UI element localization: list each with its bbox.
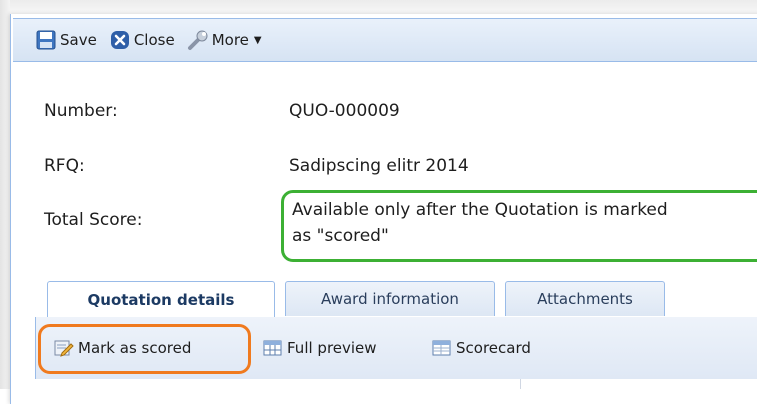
- screenshot-top-edge: [0, 0, 757, 14]
- tab-label: Quotation details: [87, 291, 235, 309]
- tab-strip: Quotation details Award information Atta…: [35, 275, 757, 318]
- number-label: Number:: [44, 101, 118, 121]
- close-label: Close: [133, 31, 175, 49]
- close-button[interactable]: Close: [109, 29, 175, 51]
- total-score-label: Total Score:: [44, 210, 143, 230]
- chevron-down-icon: ▼: [253, 34, 262, 46]
- close-icon: [109, 29, 131, 51]
- scorecard-label: Scorecard: [456, 339, 531, 357]
- tab-award-information[interactable]: Award information: [285, 281, 495, 316]
- scorecard-icon: [432, 339, 452, 357]
- details-grid-area: [35, 379, 757, 389]
- save-label: Save: [60, 31, 97, 49]
- number-value: QUO-000009: [289, 101, 400, 121]
- tab-label: Attachments: [537, 290, 633, 308]
- score-text-line1: Available only after the Quotation is ma…: [292, 200, 668, 220]
- more-menu-button[interactable]: More ▼: [187, 29, 262, 51]
- total-score-value: Available only after the Quotation is ma…: [292, 197, 757, 249]
- score-text-line2: as "scored": [292, 226, 389, 246]
- tab-label: Award information: [321, 290, 459, 308]
- save-button[interactable]: Save: [35, 29, 97, 51]
- mark-as-scored-highlight-box: [38, 324, 251, 374]
- full-preview-label: Full preview: [287, 339, 377, 357]
- scorecard-button[interactable]: Scorecard: [432, 339, 531, 357]
- rfq-value: Sadipscing elitr 2014: [289, 156, 469, 176]
- table-icon: [263, 339, 283, 357]
- screenshot-left-edge: [0, 0, 10, 389]
- tab-attachments[interactable]: Attachments: [505, 281, 665, 316]
- tab-quotation-details[interactable]: Quotation details: [47, 281, 275, 318]
- grid-divider: [520, 379, 521, 389]
- wrench-icon: [187, 29, 209, 51]
- full-preview-button[interactable]: Full preview: [263, 339, 377, 357]
- save-icon: [35, 29, 57, 51]
- more-label: More: [211, 31, 249, 49]
- main-toolbar: Save Close More ▼: [13, 18, 757, 62]
- rfq-label: RFQ:: [44, 156, 85, 176]
